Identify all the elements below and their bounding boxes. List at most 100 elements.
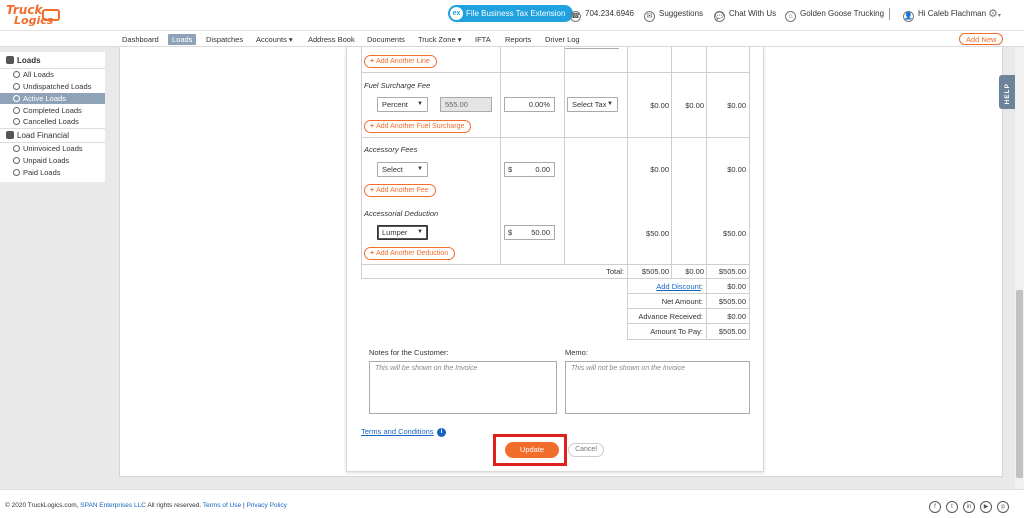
grid-line (564, 47, 565, 264)
facebook-icon[interactable]: f (929, 501, 941, 513)
advance-received-label: Advance Received: (638, 312, 703, 321)
sidebar-item-undispatched[interactable]: Undispatched Loads (0, 81, 105, 92)
add-another-line-button[interactable]: + Add Another Line (364, 55, 437, 68)
deduction-value: 50.00 (531, 228, 550, 237)
sidebar: Loads All Loads Undispatched Loads Activ… (0, 52, 105, 182)
nav-accounts[interactable]: Accounts ▾ (256, 34, 293, 45)
help-label: HELP (1004, 83, 1011, 105)
notes-textarea[interactable]: This will be shown on the Invoice (369, 361, 557, 414)
net-amount-label: Net Amount: (661, 297, 703, 306)
box-icon (6, 131, 14, 139)
sidebar-item-completed[interactable]: Completed Loads (0, 105, 105, 116)
grid-line (627, 308, 750, 309)
fuel-tax-select[interactable]: Select Tax ▼ (567, 97, 618, 112)
add-discount-link[interactable]: Add Discount (656, 282, 701, 291)
nav-dispatches[interactable]: Dispatches (206, 34, 243, 45)
company-link[interactable]: ⌂ Golden Goose Trucking (785, 8, 884, 22)
add-fee-label: Add Another Fee (376, 187, 429, 194)
info-icon[interactable]: i (437, 428, 446, 437)
settings-gear-icon[interactable]: ⚙▾ (988, 7, 1001, 20)
fuel-amount-2: $0.00 (685, 101, 704, 110)
discount-value: $0.00 (727, 282, 746, 291)
privacy-policy-link[interactable]: Privacy Policy (246, 502, 286, 509)
memo-textarea[interactable]: This will not be shown on the Invoice (565, 361, 750, 414)
add-deduction-label: Add Another Deduction (376, 250, 449, 257)
nav-loads[interactable]: Loads (168, 34, 197, 45)
header-separator (889, 8, 890, 20)
terms-of-use-link[interactable]: Terms of Use (203, 502, 241, 509)
nav-driver-log[interactable]: Driver Log (545, 34, 580, 45)
notes-placeholder: This will be shown on the Invoice (375, 365, 478, 372)
tax-extension-button[interactable]: ex File Business Tax Extension (448, 5, 574, 22)
dollar-sign: $ (508, 228, 513, 237)
caret-down-icon: ▼ (417, 229, 423, 235)
sidebar-item-active-loads[interactable]: Active Loads (0, 93, 105, 104)
youtube-icon[interactable]: ▶ (980, 501, 992, 513)
nav-address-book[interactable]: Address Book (308, 34, 355, 45)
nav-documents[interactable]: Documents (367, 34, 405, 45)
grid-line (361, 137, 750, 138)
company-name: Golden Goose Trucking (800, 9, 885, 18)
sidebar-item-unpaid[interactable]: Unpaid Loads (0, 155, 105, 166)
top-header: Truck Logics ex File Business Tax Extens… (0, 0, 1024, 30)
accessory-type-select[interactable]: Select ▼ (377, 162, 428, 177)
company-icon: ⌂ (785, 11, 796, 22)
user-greeting: Hi Caleb Flachman (918, 9, 987, 18)
grid-line (361, 278, 750, 279)
grid-line (361, 47, 362, 278)
trucklogics-logo[interactable]: Truck Logics (6, 3, 60, 29)
discount-colon: : (700, 282, 703, 291)
user-menu[interactable]: 👤 Hi Caleb Flachman (903, 8, 986, 22)
accessory-type-value: Select (382, 165, 403, 174)
sidebar-item-all-loads[interactable]: All Loads (0, 69, 105, 80)
pinterest-icon[interactable]: p (997, 501, 1009, 513)
sidebar-item-cancelled[interactable]: Cancelled Loads (0, 116, 105, 127)
rights-text: All rights reserved. (145, 502, 203, 509)
sidebar-heading-loads[interactable]: Loads (6, 56, 41, 65)
grid-line (361, 72, 750, 73)
add-fee-button[interactable]: + Add Another Fee (364, 184, 436, 197)
sidebar-item-uninvoiced[interactable]: Uninvoiced Loads (0, 143, 105, 154)
sidebar-heading-financial[interactable]: Load Financial (6, 131, 69, 140)
terms-and-conditions-link[interactable]: Terms and Conditions (361, 427, 434, 436)
phone-link[interactable]: ☎ 704.234.6946 (570, 8, 634, 22)
copyright-text: © 2020 TruckLogics.com, (5, 502, 81, 509)
fuel-base-input: 555.00 (440, 97, 492, 112)
nav-ifta[interactable]: IFTA (475, 34, 491, 45)
total-label: Total: (606, 267, 624, 276)
add-fuel-surcharge-button[interactable]: + Add Another Fuel Surcharge (364, 120, 472, 133)
user-icon: 👤 (903, 11, 914, 22)
fuel-surcharge-label: Fuel Surcharge Fee (364, 81, 431, 90)
total-amount-1: $505.00 (641, 267, 669, 276)
update-button[interactable]: Update (505, 442, 559, 458)
nav-truck-zone[interactable]: Truck Zone ▾ (418, 34, 462, 45)
deduction-type-select[interactable]: Lumper ▼ (377, 225, 428, 240)
sidebar-item-label: All Loads (23, 70, 54, 79)
scrollbar-thumb[interactable] (1016, 290, 1023, 478)
twitter-icon[interactable]: t (946, 501, 958, 513)
fuel-type-select[interactable]: Percent ▼ (377, 97, 428, 112)
accessory-amount-input[interactable]: $0.00 (504, 162, 555, 177)
add-new-button[interactable]: Add New (959, 33, 1004, 45)
sidebar-item-paid[interactable]: Paid Loads (0, 167, 105, 178)
caret-down-icon: ▼ (417, 166, 423, 172)
total-amount-2: $0.00 (685, 267, 704, 276)
add-discount-row: Add Discount: (630, 282, 703, 291)
nav-reports[interactable]: Reports (505, 34, 531, 45)
nav-dashboard[interactable]: Dashboard (122, 34, 159, 45)
chat-label: Chat With Us (729, 9, 777, 18)
linkedin-icon[interactable]: in (963, 501, 975, 513)
sidebar-item-label: Active Loads (23, 94, 66, 103)
add-deduction-button[interactable]: + Add Another Deduction (364, 247, 456, 260)
suggestions-link[interactable]: ✉ Suggestions (644, 8, 703, 22)
fuel-tax-value: Select Tax (572, 100, 607, 109)
fuel-percent-input[interactable]: 0.00% (504, 97, 555, 112)
circle-icon (13, 83, 20, 90)
company-link[interactable]: SPAN Enterprises LLC (80, 502, 146, 509)
cancel-button[interactable]: Cancel (568, 443, 604, 457)
fuel-amount-3: $0.00 (727, 101, 746, 110)
grid-line (671, 47, 672, 278)
deduction-amount-1: $50.00 (646, 229, 669, 238)
deduction-amount-input[interactable]: $50.00 (504, 225, 555, 240)
chat-link[interactable]: 💬 Chat With Us (714, 8, 776, 22)
